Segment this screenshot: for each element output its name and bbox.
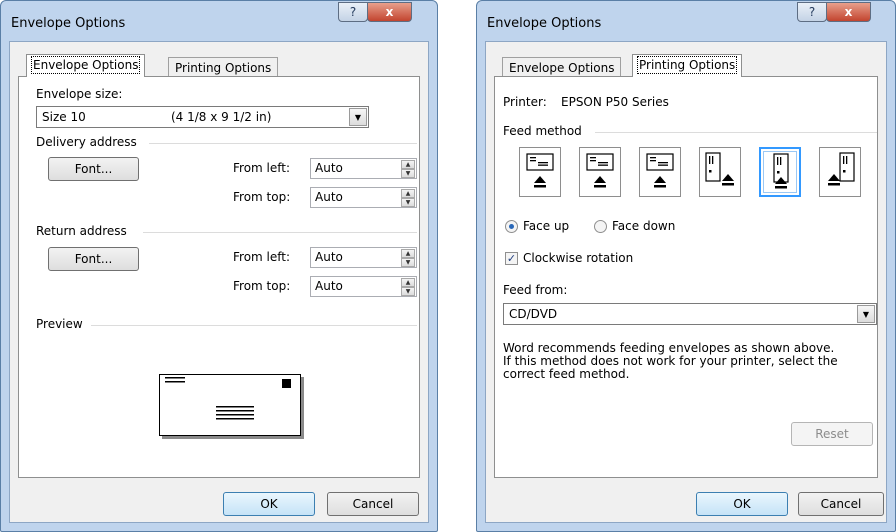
ok-button[interactable]: OK — [696, 492, 788, 516]
spin-down-icon[interactable]: ▼ — [401, 258, 415, 267]
tab-label: Envelope Options — [30, 56, 141, 74]
return-font-button[interactable]: Font... — [48, 247, 139, 271]
return-from-left-label: From left: — [233, 250, 291, 264]
help-button[interactable]: ? — [338, 2, 368, 22]
dialog-client: Envelope Options Printing Options Printe… — [485, 41, 887, 523]
envelope-size-name: Size 10 — [42, 110, 86, 124]
face-down-label: Face down — [612, 219, 676, 233]
feed-landscape-center-icon — [586, 153, 614, 188]
tab-label: Printing Options — [636, 56, 738, 74]
return-from-left-spinner[interactable]: Auto ▲ ▼ — [310, 247, 417, 268]
envelope-size-dims: (4 1/8 x 9 1/2 in) — [171, 110, 272, 124]
preview-label: Preview — [36, 317, 83, 331]
section-divider — [143, 232, 417, 233]
feed-method-label: Feed method — [503, 124, 582, 138]
feed-portrait-right-icon — [828, 152, 855, 186]
title-bar: Envelope Options ? x — [1, 1, 437, 45]
feed-method-option-selected[interactable] — [759, 147, 801, 197]
delivery-from-left-value: Auto — [315, 161, 343, 175]
dialog-title: Envelope Options — [487, 16, 602, 31]
close-button[interactable]: x — [367, 2, 412, 22]
return-from-top-spinner[interactable]: Auto ▲ ▼ — [310, 276, 417, 297]
envelope-size-label: Envelope size: — [36, 87, 123, 101]
spin-up-icon[interactable]: ▲ — [401, 278, 415, 287]
return-from-top-value: Auto — [315, 279, 343, 293]
return-address-label: Return address — [36, 224, 127, 238]
reset-button[interactable]: Reset — [791, 422, 873, 446]
tab-printing-options[interactable]: Printing Options — [168, 57, 279, 77]
tab-envelope-options[interactable]: Envelope Options — [26, 54, 146, 77]
feed-portrait-left-icon — [705, 152, 734, 186]
spin-up-icon[interactable]: ▲ — [401, 160, 415, 169]
printing-options-panel: Printer: EPSON P50 Series Feed method Fa… — [494, 76, 878, 478]
face-down-radio[interactable] — [594, 220, 607, 233]
envelope-preview — [159, 374, 301, 436]
section-divider — [91, 325, 417, 326]
tab-label: Envelope Options — [509, 61, 615, 75]
spin-up-icon[interactable]: ▲ — [401, 249, 415, 258]
spin-down-icon[interactable]: ▼ — [401, 287, 415, 296]
recommendation-line-2: If this method does not work for your pr… — [503, 354, 838, 368]
printer-label: Printer: — [503, 95, 547, 109]
ok-button[interactable]: OK — [223, 492, 315, 516]
feed-method-option[interactable] — [699, 147, 741, 197]
help-icon: ? — [808, 5, 816, 19]
face-up-radio[interactable] — [505, 220, 518, 233]
recommendation-line-1: Word recommends feeding envelopes as sho… — [503, 341, 835, 355]
delivery-from-left-spinner[interactable]: Auto ▲ ▼ — [310, 158, 417, 179]
tab-envelope-options[interactable]: Envelope Options — [502, 57, 622, 77]
envelope-preview-graphic — [165, 377, 291, 420]
clockwise-rotation-label: Clockwise rotation — [523, 251, 634, 265]
feed-from-select[interactable]: CD/DVD ▼ — [503, 303, 877, 325]
feed-landscape-right-icon — [646, 153, 674, 188]
dropdown-arrow-icon[interactable]: ▼ — [857, 305, 875, 323]
spin-up-icon[interactable]: ▲ — [401, 189, 415, 198]
return-from-top-label: From top: — [233, 279, 291, 293]
title-bar: Envelope Options ? x — [477, 1, 895, 45]
feed-method-options — [519, 147, 879, 199]
section-divider — [595, 132, 877, 133]
close-icon: x — [385, 5, 394, 19]
face-up-label: Face up — [523, 219, 570, 233]
delivery-from-top-label: From top: — [233, 190, 291, 204]
recommendation-line-3: correct feed method. — [503, 367, 630, 381]
dialog-client: Envelope Options Printing Options Envelo… — [9, 41, 429, 523]
dialog-title: Envelope Options — [11, 16, 126, 31]
envelope-options-panel: Envelope size: Size 10 (4 1/8 x 9 1/2 in… — [18, 76, 420, 478]
help-button[interactable]: ? — [797, 2, 827, 22]
feed-portrait-center-icon — [773, 153, 789, 189]
delivery-from-top-spinner[interactable]: Auto ▲ ▼ — [310, 187, 417, 208]
feed-method-option[interactable] — [579, 147, 621, 197]
section-divider — [149, 143, 417, 144]
close-button[interactable]: x — [826, 2, 871, 22]
envelope-options-dialog-left: Envelope Options ? x Envelope Options Pr… — [0, 0, 438, 532]
tab-printing-options[interactable]: Printing Options — [632, 54, 743, 77]
dropdown-arrow-icon[interactable]: ▼ — [349, 108, 367, 126]
help-icon: ? — [349, 5, 357, 19]
feed-method-option[interactable] — [819, 147, 861, 197]
delivery-address-label: Delivery address — [36, 135, 137, 149]
delivery-from-left-label: From left: — [233, 161, 291, 175]
feed-from-value: CD/DVD — [509, 307, 558, 321]
check-icon: ✓ — [506, 252, 517, 265]
clockwise-rotation-checkbox[interactable]: ✓ — [505, 252, 518, 265]
return-from-left-value: Auto — [315, 250, 343, 264]
cancel-button[interactable]: Cancel — [327, 492, 419, 516]
envelope-size-select[interactable]: Size 10 (4 1/8 x 9 1/2 in) ▼ — [36, 106, 369, 128]
close-icon: x — [844, 5, 853, 19]
feed-landscape-left-icon — [526, 153, 554, 188]
delivery-from-top-value: Auto — [315, 190, 343, 204]
tab-label: Printing Options — [175, 61, 272, 75]
feed-method-option[interactable] — [639, 147, 681, 197]
feed-method-option[interactable] — [519, 147, 561, 197]
spin-down-icon[interactable]: ▼ — [401, 169, 415, 178]
feed-from-label: Feed from: — [503, 283, 568, 297]
cancel-button[interactable]: Cancel — [798, 492, 884, 516]
spin-down-icon[interactable]: ▼ — [401, 198, 415, 207]
delivery-font-button[interactable]: Font... — [48, 157, 139, 181]
printer-name: EPSON P50 Series — [561, 95, 669, 109]
envelope-options-dialog-right: Envelope Options ? x Envelope Options Pr… — [476, 0, 896, 532]
